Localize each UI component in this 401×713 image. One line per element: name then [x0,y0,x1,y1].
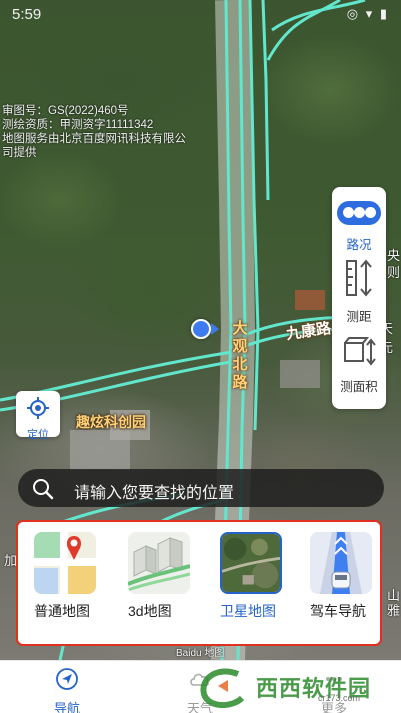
search-icon [33,479,54,500]
measure-area-button[interactable]: 测面积 [332,335,386,395]
measure-distance-label: 测距 [346,310,372,324]
watermark-logo-icon [200,668,245,708]
map-type-label: 驾车导航 [310,603,366,619]
search-placeholder: 请输入您要查找的位置 [74,485,235,502]
drive-navigation-icon [310,532,372,594]
traffic-button[interactable]: 路况 [332,201,386,253]
locate-button[interactable]: 定位 [16,391,60,441]
map-copyright: 审图号：GS(2022)460号 测绘资质：甲测资字11111342 地图服务由… [2,104,222,160]
map-type-standard[interactable]: 普通地图 [32,532,104,620]
heading-arrow-icon [211,323,219,335]
map-type-drive[interactable]: 驾车导航 [308,532,380,620]
map-type-satellite[interactable]: 卫星地图 [218,532,290,620]
copyright-line: 司提供 [2,147,37,159]
ruler-icon [346,259,372,297]
status-bar-icons: ◎ ▾ ▮ [346,6,389,21]
locate-label: 定位 [27,429,49,441]
satellite-map-icon [220,532,282,594]
standard-map-icon [34,532,96,594]
status-bar-time: 5:59 [12,6,42,23]
measure-distance-button[interactable]: 测距 [332,259,386,325]
watermark: 西西软件园 cr173.com [198,668,384,708]
copyright-line: 地图服务由北京百度网讯科技有限公 [2,133,186,145]
map-type-3d[interactable]: 3d地图 [126,532,198,620]
copyright-line: 测绘资质：甲测资字11111342 [2,119,154,131]
traffic-icon [337,201,381,225]
watermark-sub: cr173.com [318,693,361,703]
3d-map-icon [128,532,190,594]
crosshair-icon [27,397,49,419]
map-type-label: 卫星地图 [220,603,276,619]
nav-navigation[interactable]: 导航 [27,667,107,713]
map-type-label: 3d地图 [128,603,172,619]
map-type-label: 普通地图 [34,603,90,619]
map-type-panel: 普通地图 3d地图 卫星地图 驾车导航 [16,520,382,646]
edge-label: 则 [387,265,401,280]
navigation-icon [56,668,78,690]
road-label-daguan: 大观北路 [232,320,248,391]
baidu-mark: Baidu 地图 [176,648,225,659]
edge-label: 雅 [387,603,401,618]
measure-area-label: 测面积 [340,380,378,394]
search-input[interactable]: 请输入您要查找的位置 [18,469,384,507]
place-label-park: 趣炫科创园 [76,414,146,430]
map-tools-panel: 路况 测距 测面积 [332,187,386,409]
traffic-label: 路况 [346,238,372,252]
area-icon [344,337,376,366]
current-location-dot[interactable] [191,319,211,339]
nav-navigation-label: 导航 [53,701,80,713]
copyright-line: 审图号：GS(2022)460号 [2,105,129,117]
